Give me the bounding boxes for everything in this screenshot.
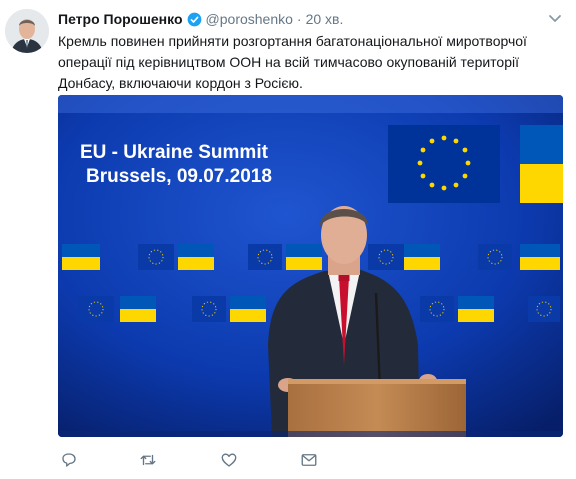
avatar[interactable] — [5, 9, 49, 53]
tweet-text: Кремль повинен прийняти розгортання бага… — [58, 33, 527, 91]
summit-photo: EU - Ukraine Summit Brussels, 09.07.2018 — [58, 95, 563, 437]
banner-title: EU - Ukraine Summit — [80, 142, 269, 163]
reply-button[interactable] — [58, 449, 80, 471]
tweet-timestamp[interactable]: 20 хв. — [306, 11, 344, 27]
retweet-icon — [140, 454, 156, 466]
envelope-icon — [301, 454, 317, 466]
chevron-down-icon[interactable] — [548, 13, 562, 25]
author-handle[interactable]: @poroshenko — [206, 11, 293, 27]
ukraine-flag — [520, 125, 563, 203]
verified-badge-icon — [187, 12, 201, 26]
retweet-button[interactable] — [137, 449, 159, 471]
like-button[interactable] — [218, 449, 240, 471]
tweet-card[interactable]: Петро Порошенко @poroshenko · 20 хв. Кре… — [0, 0, 576, 479]
tweet-photo[interactable]: EU - Ukraine Summit Brussels, 09.07.2018 — [58, 95, 563, 437]
heart-icon — [221, 453, 237, 467]
avatar-photo — [5, 9, 49, 53]
author-name[interactable]: Петро Порошенко — [58, 11, 183, 27]
tweet-header: Петро Порошенко @poroshenko · 20 хв. — [58, 10, 536, 28]
tweet-actions — [58, 449, 338, 471]
direct-message-button[interactable] — [298, 449, 320, 471]
banner-subtitle: Brussels, 09.07.2018 — [86, 166, 272, 187]
eu-flag — [388, 125, 500, 203]
podium — [288, 379, 466, 437]
reply-icon — [62, 453, 76, 467]
separator-dot: · — [296, 11, 302, 27]
